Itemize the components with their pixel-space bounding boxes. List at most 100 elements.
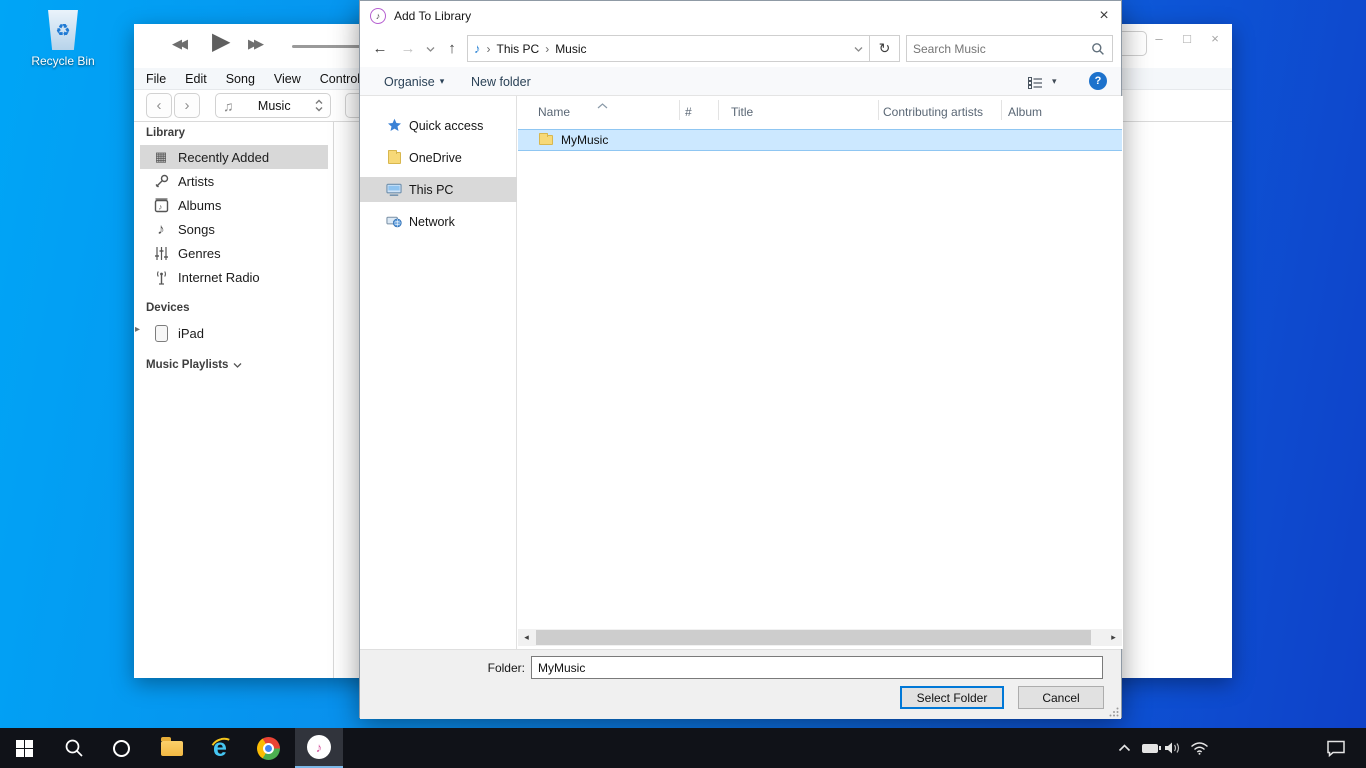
- star-icon: [386, 118, 402, 133]
- nav-forward-button[interactable]: →: [396, 35, 420, 62]
- dialog-title: Add To Library: [394, 9, 471, 23]
- library-selector-dropdown[interactable]: ♫ Music: [215, 93, 331, 118]
- taskbar: e ♪: [0, 728, 1366, 768]
- sidebar-item-songs[interactable]: ♪ Songs: [140, 217, 328, 241]
- play-icon[interactable]: ▶: [212, 27, 230, 56]
- file-list: Name # Title Contributing artists Album …: [517, 96, 1123, 649]
- scroll-right-icon[interactable]: ▸: [1105, 629, 1122, 646]
- folder-name-input[interactable]: [531, 656, 1103, 679]
- speaker-icon: [1164, 741, 1182, 755]
- file-list-header: Name # Title Contributing artists Album: [517, 97, 1123, 123]
- svg-text:♪: ♪: [158, 202, 162, 211]
- cortana-button[interactable]: [97, 728, 145, 768]
- menu-file[interactable]: File: [146, 72, 166, 86]
- recycle-bin-glyph: ♻: [46, 10, 80, 50]
- menu-edit[interactable]: Edit: [185, 72, 207, 86]
- sidebar-item-recently-added[interactable]: ▦ Recently Added: [140, 145, 328, 169]
- breadcrumb-this-pc[interactable]: This PC: [497, 42, 540, 56]
- sidebar-item-internet-radio[interactable]: Internet Radio: [140, 265, 328, 289]
- fast-forward-icon[interactable]: ▶▶: [248, 36, 260, 52]
- search-input[interactable]: [907, 36, 1091, 61]
- tray-expand-button[interactable]: [1113, 728, 1135, 768]
- updown-chevron-icon: [315, 99, 323, 112]
- chevron-up-icon: [1118, 744, 1131, 752]
- minimize-button[interactable]: –: [1148, 27, 1170, 49]
- nav-up-button[interactable]: ↑: [440, 35, 464, 62]
- nav-back-button[interactable]: ←: [368, 35, 392, 62]
- nav-history-chevron[interactable]: [422, 35, 438, 62]
- help-icon[interactable]: ?: [1089, 72, 1107, 90]
- ipad-icon: [152, 325, 170, 342]
- sidebar-item-genres[interactable]: Genres: [140, 241, 328, 265]
- cortana-icon: [113, 740, 130, 757]
- command-bar: Organise ▾ New folder ▾ ?: [360, 67, 1121, 96]
- itunes-sidebar: Library ▦ Recently Added Artists ♪ Album…: [134, 122, 334, 678]
- music-playlists-header[interactable]: Music Playlists: [146, 359, 242, 371]
- computer-icon: [386, 183, 402, 197]
- file-explorer-icon: [161, 741, 183, 756]
- microphone-icon: [152, 174, 170, 189]
- chrome-button[interactable]: [244, 728, 292, 768]
- resize-grip[interactable]: [1109, 707, 1119, 717]
- breadcrumb[interactable]: ♪ › This PC › Music: [467, 35, 870, 62]
- column-contributing-artists[interactable]: Contributing artists: [883, 105, 983, 119]
- add-to-library-dialog: ♪ Add To Library × ← → ↑ ♪ › This PC › M…: [359, 0, 1122, 718]
- nav-item-onedrive[interactable]: OneDrive: [360, 145, 517, 170]
- sidebar-item-albums[interactable]: ♪ Albums: [140, 193, 328, 217]
- wifi-indicator[interactable]: [1185, 728, 1213, 768]
- new-folder-button[interactable]: New folder: [471, 67, 531, 96]
- library-header: Library: [146, 127, 185, 139]
- address-dropdown-icon[interactable]: [854, 46, 863, 52]
- organise-button[interactable]: Organise ▾: [384, 67, 444, 96]
- music-note-icon: ♫: [223, 98, 234, 114]
- horizontal-scrollbar[interactable]: ◂ ▸: [518, 629, 1122, 646]
- volume-indicator[interactable]: [1160, 728, 1186, 768]
- close-button[interactable]: ×: [1204, 27, 1226, 49]
- file-explorer-button[interactable]: [148, 728, 196, 768]
- scrollbar-thumb[interactable]: [536, 630, 1091, 645]
- sidebar-item-artists[interactable]: Artists: [140, 169, 328, 193]
- scroll-left-icon[interactable]: ◂: [518, 629, 535, 646]
- dialog-footer: Folder: Select Folder Cancel: [360, 649, 1121, 719]
- album-icon: ♪: [152, 198, 170, 213]
- column-title[interactable]: Title: [731, 105, 753, 119]
- close-icon[interactable]: ×: [1093, 5, 1115, 27]
- chevron-down-icon: ▾: [440, 76, 445, 87]
- taskbar-search-button[interactable]: [50, 728, 98, 768]
- file-row-mymusic[interactable]: MyMusic: [518, 129, 1122, 151]
- menu-view[interactable]: View: [274, 72, 301, 86]
- sidebar-item-ipad[interactable]: iPad: [140, 320, 328, 346]
- network-icon: [386, 215, 402, 229]
- nav-item-quick-access[interactable]: Quick access: [360, 113, 517, 138]
- start-button[interactable]: [0, 728, 48, 768]
- nav-item-network[interactable]: Network: [360, 209, 517, 234]
- genres-icon: [152, 246, 170, 261]
- chrome-icon: [257, 737, 280, 760]
- windows-logo-icon: [16, 740, 33, 757]
- itunes-button[interactable]: ♪: [295, 728, 343, 768]
- internet-explorer-icon: e: [213, 736, 227, 761]
- action-center-button[interactable]: [1318, 728, 1354, 768]
- view-dropdown-icon[interactable]: ▾: [1052, 67, 1057, 96]
- maximize-button[interactable]: □: [1176, 27, 1198, 49]
- rewind-icon[interactable]: ◀◀: [172, 36, 184, 52]
- search-icon[interactable]: [1091, 42, 1105, 56]
- back-button[interactable]: ‹: [146, 93, 172, 118]
- details-view-icon[interactable]: [1028, 76, 1043, 94]
- folder-icon: [386, 152, 402, 164]
- recycle-bin-icon[interactable]: ♻ Recycle Bin: [30, 10, 96, 68]
- refresh-icon[interactable]: ↻: [870, 35, 900, 62]
- cancel-button[interactable]: Cancel: [1018, 686, 1104, 709]
- select-folder-button[interactable]: Select Folder: [900, 686, 1004, 709]
- folder-label: Folder:: [440, 661, 525, 675]
- column-album[interactable]: Album: [1008, 105, 1042, 119]
- internet-explorer-button[interactable]: e: [196, 728, 244, 768]
- menu-song[interactable]: Song: [226, 72, 255, 86]
- column-number[interactable]: #: [685, 105, 692, 119]
- forward-button[interactable]: ›: [174, 93, 200, 118]
- breadcrumb-music[interactable]: Music: [555, 42, 586, 56]
- antenna-icon: [152, 270, 170, 285]
- column-name[interactable]: Name: [538, 105, 570, 119]
- nav-item-this-pc[interactable]: This PC: [360, 177, 517, 202]
- wifi-icon: [1190, 741, 1209, 755]
